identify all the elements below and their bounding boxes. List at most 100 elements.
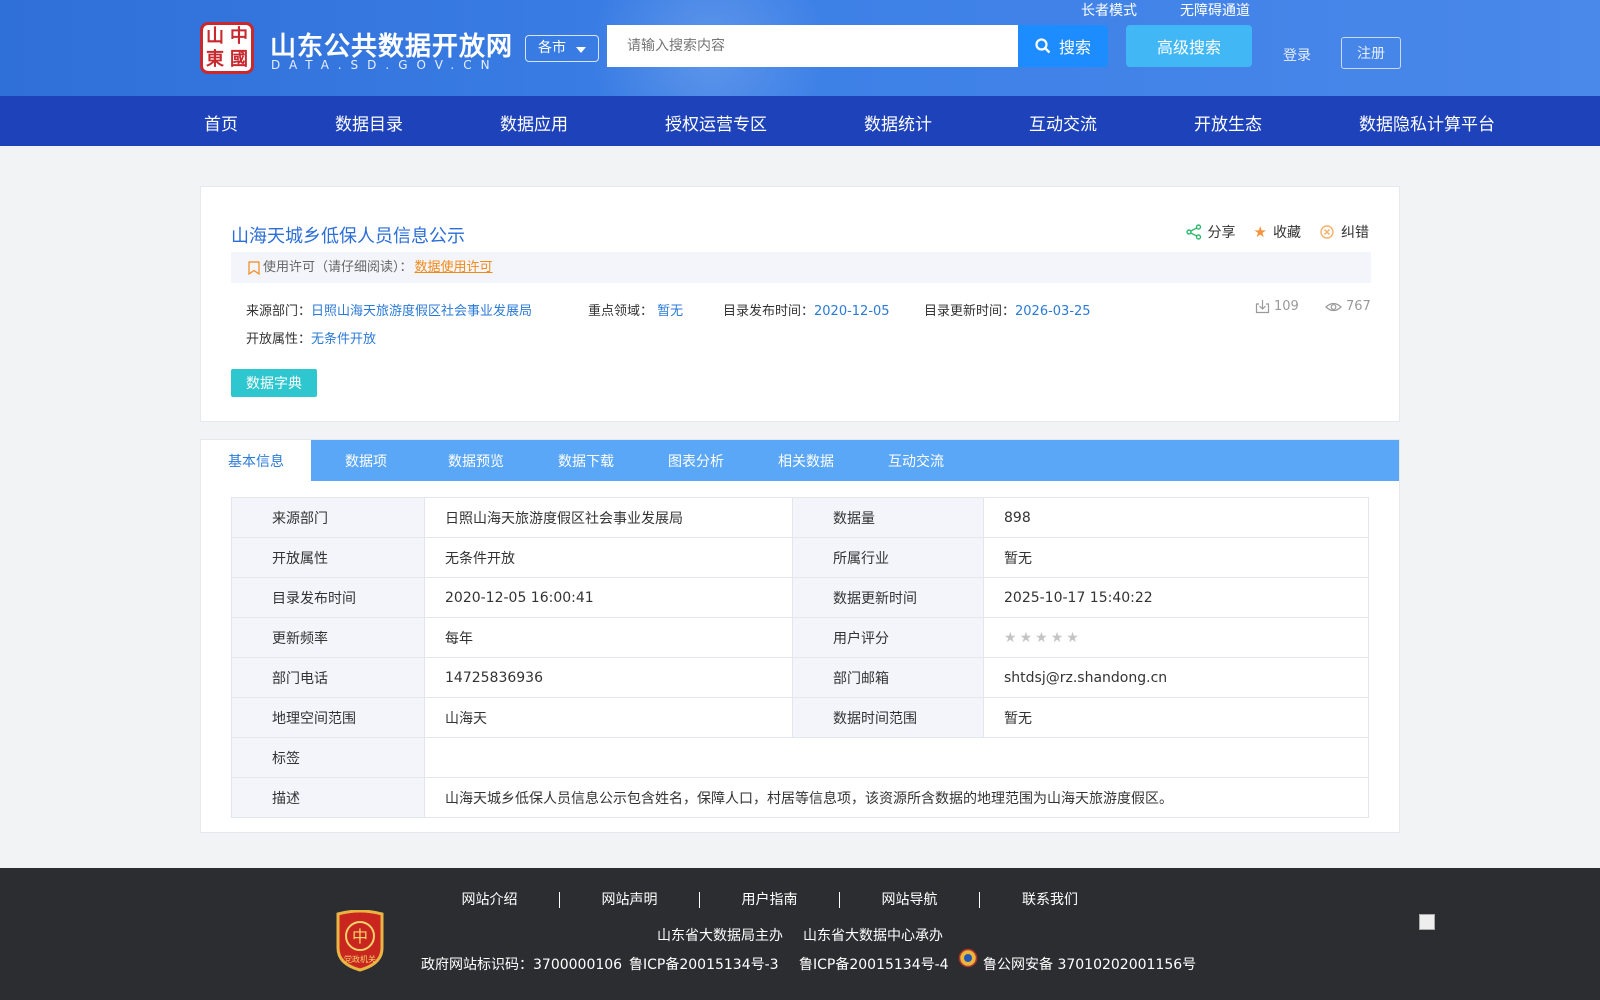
download-count: 109 <box>1255 299 1299 314</box>
footer-link-guide[interactable]: 用户指南 <box>700 892 840 908</box>
correct-label: 纠错 <box>1341 225 1369 241</box>
dataset-summary-card: 山海天城乡低保人员信息公示 分享 ★ 收藏 纠错 使用许可（请仔细阅读）： 数据… <box>200 186 1400 422</box>
footer-link-sitemap[interactable]: 网站导航 <box>840 892 980 908</box>
dataset-detail-panel: 基本信息 数据项 数据预览 数据下载 图表分析 相关数据 互动交流 来源部门 日照… <box>200 439 1400 833</box>
police-emblem-icon <box>958 948 978 968</box>
catalog-update-time: 目录更新时间：2026-03-25 <box>924 300 1091 319</box>
tab-data-preview[interactable]: 数据预览 <box>421 440 531 481</box>
info-value: 2020-12-05 16:00:41 <box>424 577 793 618</box>
info-key: 部门邮箱 <box>792 657 984 698</box>
tab-basic-info[interactable]: 基本信息 <box>201 440 311 481</box>
error-report-icon <box>1320 225 1334 239</box>
tab-data-download[interactable]: 数据下载 <box>531 440 641 481</box>
footer-link-about[interactable]: 网站介绍 <box>420 892 560 908</box>
dataset-actions: 分享 ★ 收藏 纠错 <box>1185 222 1369 242</box>
source-value[interactable]: 日照山海天旅游度假区社会事业发展局 <box>311 304 532 319</box>
register-button[interactable]: 注册 <box>1341 37 1401 69</box>
info-value-tags <box>424 737 1369 778</box>
nav-item-statistics[interactable]: 数据统计 <box>864 110 932 135</box>
info-key: 所属行业 <box>792 537 984 578</box>
correct-button[interactable]: 纠错 <box>1319 222 1369 242</box>
nav-item-catalog[interactable]: 数据目录 <box>335 110 403 135</box>
info-key-description: 描述 <box>231 777 425 818</box>
footer-link-statement[interactable]: 网站声明 <box>560 892 700 908</box>
table-row: 部门电话 14725836936 部门邮箱 shtdsj@rz.shandong.cn <box>231 657 1369 698</box>
search-button-label: 搜索 <box>1058 38 1091 57</box>
share-button[interactable]: 分享 <box>1185 222 1236 242</box>
detail-tabs: 基本信息 数据项 数据预览 数据下载 图表分析 相关数据 互动交流 <box>201 440 1399 481</box>
license-bar: 使用许可（请仔细阅读）： 数据使用许可 <box>231 252 1371 283</box>
party-gov-badge-icon[interactable]: 中 党政机关 <box>334 910 386 972</box>
star-icon[interactable]: ★ <box>1051 630 1064 646</box>
info-value: 无条件开放 <box>424 537 793 578</box>
search-button[interactable]: 搜索 <box>1018 25 1108 67</box>
tab-interaction[interactable]: 互动交流 <box>861 440 971 481</box>
city-select[interactable]: 各市 <box>525 35 599 62</box>
table-row: 标签 <box>231 737 1369 778</box>
login-link[interactable]: 登录 <box>1283 45 1311 65</box>
data-dictionary-button[interactable]: 数据字典 <box>231 369 317 397</box>
tab-related-data[interactable]: 相关数据 <box>751 440 861 481</box>
info-value: shtdsj@rz.shandong.cn <box>983 657 1369 698</box>
nav-item-interaction[interactable]: 互动交流 <box>1029 110 1097 135</box>
catalog-publish-time: 目录发布时间：2020-12-05 <box>723 300 890 319</box>
search-icon <box>1035 38 1051 54</box>
license-link[interactable]: 数据使用许可 <box>415 252 493 283</box>
info-key: 数据量 <box>792 497 984 538</box>
logo-char: 中 <box>230 25 248 47</box>
logo-char: 國 <box>230 48 248 70</box>
tab-chart-analysis[interactable]: 图表分析 <box>641 440 751 481</box>
rating-stars[interactable]: ★ ★ ★ ★ ★ <box>1004 630 1079 646</box>
star-icon[interactable]: ★ <box>1066 630 1079 646</box>
info-value: 日照山海天旅游度假区社会事业发展局 <box>424 497 793 538</box>
nav-item-apps[interactable]: 数据应用 <box>500 110 568 135</box>
footer-image-placeholder[interactable] <box>1419 914 1435 930</box>
accessibility-link[interactable]: 无障碍通道 <box>1180 0 1250 20</box>
eye-icon <box>1325 302 1342 312</box>
open-label: 开放属性： <box>246 332 312 347</box>
focus-label: 重点领域： <box>588 304 654 319</box>
tab-data-items[interactable]: 数据项 <box>311 440 421 481</box>
publish-value: 2020-12-05 <box>814 304 890 319</box>
star-icon[interactable]: ★ <box>1035 630 1048 646</box>
license-label: 使用许可（请仔细阅读）： <box>263 260 413 275</box>
info-key: 用户评分 <box>792 617 984 658</box>
info-value: 898 <box>983 497 1369 538</box>
info-key: 目录发布时间 <box>231 577 425 618</box>
info-key: 更新频率 <box>231 617 425 658</box>
info-value: 14725836936 <box>424 657 793 698</box>
star-icon[interactable]: ★ <box>1020 630 1033 646</box>
search-input[interactable] <box>607 25 1018 67</box>
footer-police-record[interactable]: 鲁公网安备 37010202001156号 <box>983 954 1196 974</box>
footer-icp-4[interactable]: 鲁ICP备20015134号-4 <box>799 954 949 974</box>
star-icon[interactable]: ★ <box>1004 630 1017 646</box>
footer: 中 党政机关 网站介绍 网站声明 用户指南 网站导航 联系我们 山东省大数据局主… <box>0 868 1600 1000</box>
main-nav: 首页 数据目录 数据应用 授权运营专区 数据统计 互动交流 开放生态 数据隐私计… <box>0 96 1600 146</box>
nav-item-authorized[interactable]: 授权运营专区 <box>665 110 767 135</box>
nav-item-home[interactable]: 首页 <box>204 110 238 135</box>
download-icon <box>1255 300 1270 314</box>
star-icon: ★ <box>1253 223 1267 241</box>
source-department: 来源部门：日照山海天旅游度假区社会事业发展局 <box>246 300 532 319</box>
nav-item-privacy-computing[interactable]: 数据隐私计算平台 <box>1359 110 1495 135</box>
table-row: 地理空间范围 山海天 数据时间范围 暂无 <box>231 697 1369 738</box>
info-value: 暂无 <box>983 697 1369 738</box>
info-value: 山海天 <box>424 697 793 738</box>
source-label: 来源部门： <box>246 304 312 319</box>
logo-char: 東 <box>206 48 224 70</box>
footer-link-contact[interactable]: 联系我们 <box>980 892 1120 908</box>
advanced-search-button[interactable]: 高级搜索 <box>1126 25 1252 67</box>
table-row: 来源部门 日照山海天旅游度假区社会事业发展局 数据量 898 <box>231 497 1369 538</box>
info-value-description: 山海天城乡低保人员信息公示包含姓名，保障人口，村居等信息项，该资源所含数据的地理… <box>424 777 1369 818</box>
footer-gov-id: 政府网站标识码：3700000106 <box>421 957 623 973</box>
favorite-button[interactable]: ★ 收藏 <box>1254 222 1301 242</box>
footer-icp-3[interactable]: 鲁ICP备20015134号-3 <box>629 954 779 974</box>
site-logo[interactable]: 山 中 東 國 <box>200 22 254 74</box>
site-subtitle: DATA.SD.GOV.CN <box>271 58 499 72</box>
info-key: 来源部门 <box>231 497 425 538</box>
nav-item-ecosystem[interactable]: 开放生态 <box>1194 110 1262 135</box>
elder-mode-link[interactable]: 长者模式 <box>1081 0 1137 20</box>
info-value: 2025-10-17 15:40:22 <box>983 577 1369 618</box>
svg-text:中: 中 <box>352 927 368 946</box>
table-row: 目录发布时间 2020-12-05 16:00:41 数据更新时间 2025-10-1… <box>231 577 1369 618</box>
